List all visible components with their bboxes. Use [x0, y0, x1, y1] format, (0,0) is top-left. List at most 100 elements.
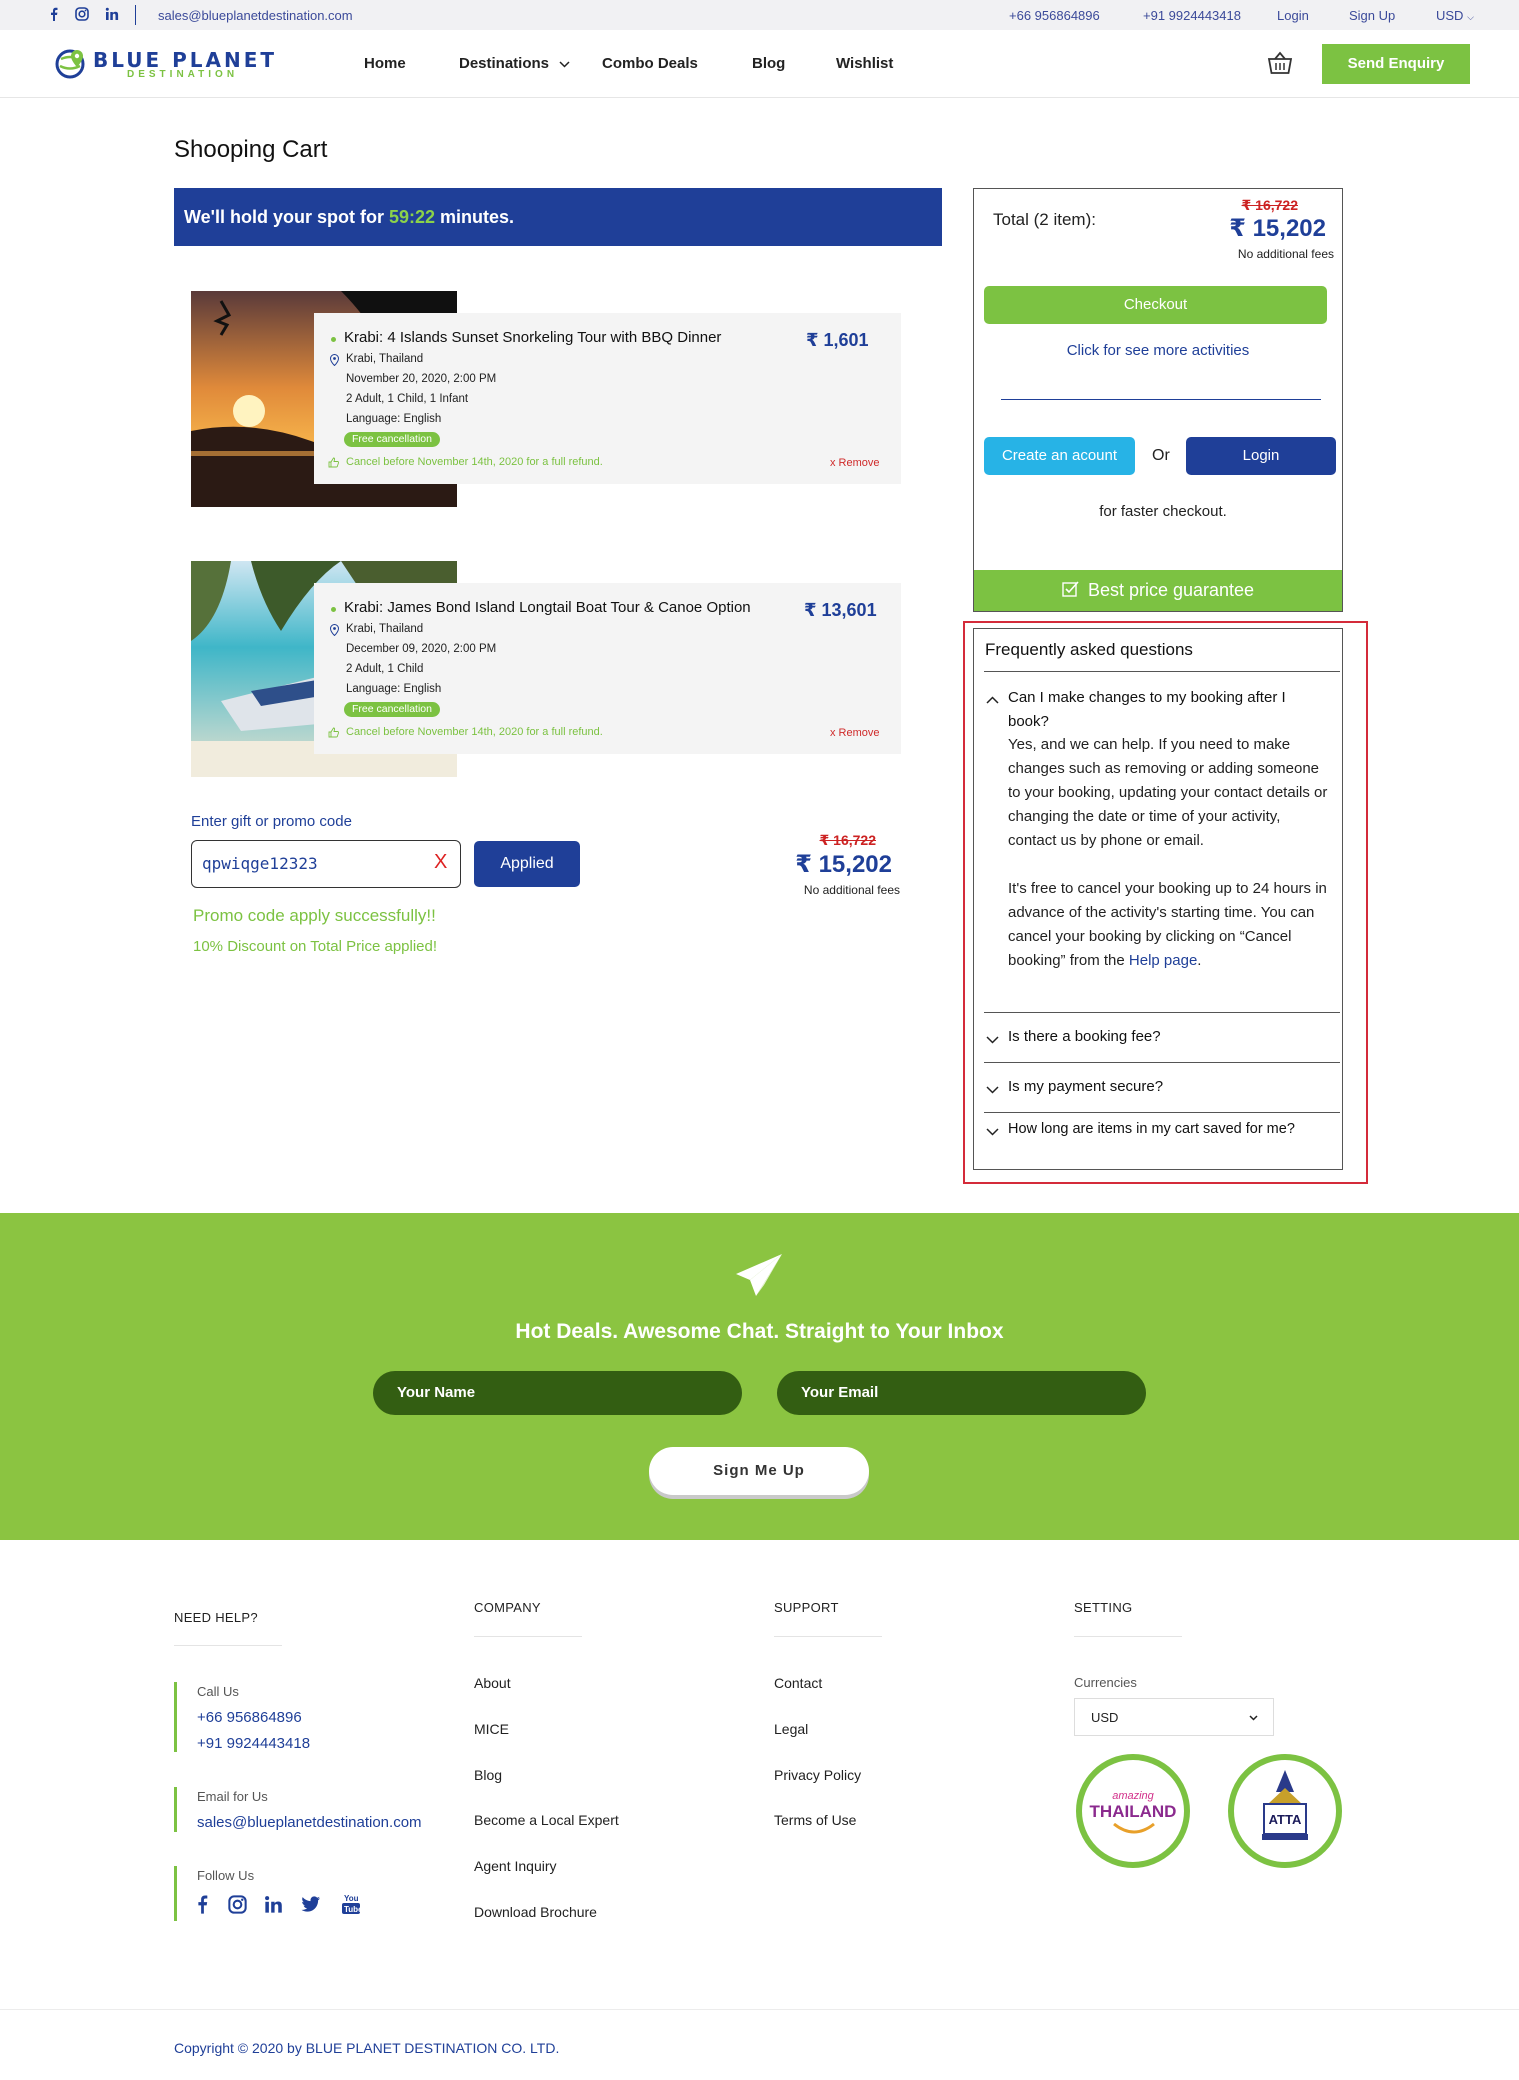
- instagram-icon[interactable]: [75, 7, 89, 21]
- remove-item-link[interactable]: x Remove: [830, 727, 880, 739]
- svg-text:You: You: [344, 1894, 359, 1903]
- temple-icon: [1262, 1770, 1308, 1840]
- faq-question-1[interactable]: Can I make changes to my booking after I…: [1008, 686, 1308, 734]
- footer-heading-underline: [174, 1645, 282, 1646]
- footer-link-about[interactable]: About: [474, 1675, 511, 1691]
- paper-plane-icon: [736, 1254, 782, 1296]
- faq-answer-1: Yes, and we can help. If you need to mak…: [1008, 733, 1328, 997]
- faster-checkout-text: for faster checkout.: [1099, 503, 1227, 520]
- create-account-button[interactable]: Create an acount: [984, 437, 1135, 475]
- footer-support-heading: SUPPORT: [774, 1600, 839, 1615]
- newsletter-name-input[interactable]: Your Name: [373, 1371, 742, 1415]
- summary-new-price: ₹ 15,202: [1229, 215, 1326, 242]
- send-enquiry-button[interactable]: Send Enquiry: [1322, 44, 1470, 84]
- topbar-email[interactable]: sales@blueplanetdestination.com: [158, 8, 353, 23]
- newsletter-heading: Hot Deals. Awesome Chat. Straight to You…: [515, 1320, 1004, 1343]
- topbar-phone-1[interactable]: +66 956864896: [1009, 8, 1100, 23]
- facebook-icon[interactable]: [197, 1894, 208, 1914]
- currency-dropdown[interactable]: USD ⌵: [1436, 8, 1474, 23]
- chevron-up-icon[interactable]: [986, 696, 999, 704]
- promo-discount-message: 10% Discount on Total Price applied!: [193, 938, 438, 955]
- promo-applied-button[interactable]: Applied: [474, 841, 580, 887]
- thumbs-up-icon: [328, 725, 339, 743]
- footer-link-terms[interactable]: Terms of Use: [774, 1812, 856, 1828]
- footer-email[interactable]: sales@blueplanetdestination.com: [197, 1814, 422, 1831]
- instagram-icon[interactable]: [228, 1895, 247, 1914]
- topbar-login-link[interactable]: Login: [1277, 8, 1309, 23]
- basket-icon[interactable]: [1267, 50, 1293, 76]
- footer-link-local-expert[interactable]: Become a Local Expert: [474, 1812, 619, 1828]
- chevron-down-icon: [559, 61, 570, 68]
- faq-divider: [984, 1062, 1340, 1063]
- linkedin-icon[interactable]: [264, 1895, 283, 1914]
- footer-link-brochure[interactable]: Download Brochure: [474, 1904, 597, 1920]
- promo-code-input[interactable]: qpwiqge12323: [191, 840, 461, 888]
- nav-blog[interactable]: Blog: [752, 55, 785, 72]
- site-logo[interactable]: BLUE PLANET DESTINATION: [55, 47, 305, 83]
- cart-item-title[interactable]: Krabi: James Bond Island Longtail Boat T…: [344, 599, 751, 616]
- currencies-label: Currencies: [1074, 1675, 1137, 1690]
- nav-destinations[interactable]: Destinations: [459, 55, 570, 72]
- faq-divider: [984, 1112, 1340, 1113]
- chevron-down-icon[interactable]: [986, 1128, 999, 1136]
- checkbox-icon: [1062, 581, 1079, 597]
- faq-question-3[interactable]: Is my payment secure?: [1008, 1075, 1163, 1099]
- currency-select[interactable]: USD: [1074, 1698, 1274, 1736]
- nav-home[interactable]: Home: [364, 55, 406, 72]
- clear-promo-icon[interactable]: X: [434, 851, 447, 874]
- footer-link-contact[interactable]: Contact: [774, 1675, 822, 1691]
- footer-link-legal[interactable]: Legal: [774, 1721, 808, 1737]
- footer-link-privacy[interactable]: Privacy Policy: [774, 1767, 861, 1783]
- faq-answer-paragraph: It's free to cancel your booking up to 2…: [1008, 880, 1327, 969]
- badge-text-main: THAILAND: [1089, 1802, 1177, 1821]
- topbar-signup-link[interactable]: Sign Up: [1349, 8, 1395, 23]
- faq-question-4[interactable]: How long are items in my cart saved for …: [1008, 1117, 1295, 1141]
- email-label: Email for Us: [197, 1789, 268, 1804]
- checkout-button[interactable]: Checkout: [984, 286, 1327, 324]
- footer-link-agent-inquiry[interactable]: Agent Inquiry: [474, 1858, 557, 1874]
- footer-link-blog[interactable]: Blog: [474, 1767, 502, 1783]
- topbar-divider: [135, 5, 136, 25]
- nav-combo-deals[interactable]: Combo Deals: [602, 55, 698, 72]
- location-pin-icon: [329, 623, 340, 641]
- footer-link-mice[interactable]: MICE: [474, 1721, 509, 1737]
- summary-divider: [1001, 399, 1321, 400]
- sign-me-up-button[interactable]: Sign Me Up: [649, 1447, 869, 1495]
- footer-phone-1[interactable]: +66 956864896: [197, 1709, 302, 1726]
- best-price-label: Best price guarantee: [1087, 580, 1255, 600]
- cart-item-guests: 2 Adult, 1 Child: [346, 663, 424, 675]
- faq-divider: [984, 671, 1340, 672]
- summary-total-label: Total (2 item):: [993, 210, 1096, 229]
- twitter-icon[interactable]: [301, 1896, 321, 1913]
- cart-old-price: ₹ 16,722: [819, 832, 876, 848]
- newsletter-email-input[interactable]: Your Email: [777, 1371, 1146, 1415]
- linkedin-icon[interactable]: [105, 7, 119, 21]
- footer-heading-underline: [1074, 1636, 1182, 1637]
- facebook-icon[interactable]: [50, 7, 58, 21]
- cart-item-language: Language: English: [346, 683, 442, 695]
- chevron-down-icon[interactable]: [986, 1036, 999, 1044]
- chevron-down-icon[interactable]: [986, 1086, 999, 1094]
- location-pin-icon: [329, 353, 340, 371]
- help-page-link[interactable]: Help page: [1129, 952, 1197, 969]
- footer-phone-2[interactable]: +91 9924443418: [197, 1735, 310, 1752]
- summary-old-price: ₹ 16,722: [1241, 197, 1298, 213]
- faq-question-2[interactable]: Is there a booking fee?: [1008, 1025, 1161, 1049]
- cart-item-title[interactable]: Krabi: 4 Islands Sunset Snorkeling Tour …: [344, 329, 721, 346]
- nav-destinations-label: Destinations: [459, 55, 550, 72]
- cart-item-card: Krabi: 4 Islands Sunset Snorkeling Tour …: [314, 313, 901, 484]
- cart-item-price: ₹ 13,601: [804, 600, 877, 620]
- copyright-text: Copyright © 2020 by BLUE PLANET DESTINAT…: [174, 2040, 560, 2056]
- youtube-icon[interactable]: You Tube: [342, 1893, 360, 1915]
- topbar-phone-2[interactable]: +91 9924443418: [1143, 8, 1241, 23]
- footer-accent-bar: [174, 1682, 177, 1752]
- remove-item-link[interactable]: x Remove: [830, 457, 880, 469]
- more-activities-link[interactable]: Click for see more activities: [974, 342, 1342, 359]
- login-button[interactable]: Login: [1186, 437, 1336, 475]
- bullet-dot: [331, 337, 336, 342]
- chevron-down-icon: ⌵: [1467, 12, 1474, 22]
- cart-item-guests: 2 Adult, 1 Child, 1 Infant: [346, 393, 469, 405]
- amazing-thailand-badge: amazing THAILAND: [1076, 1754, 1190, 1868]
- nav-wishlist[interactable]: Wishlist: [836, 55, 893, 72]
- free-cancellation-badge: Free cancellation: [344, 702, 440, 717]
